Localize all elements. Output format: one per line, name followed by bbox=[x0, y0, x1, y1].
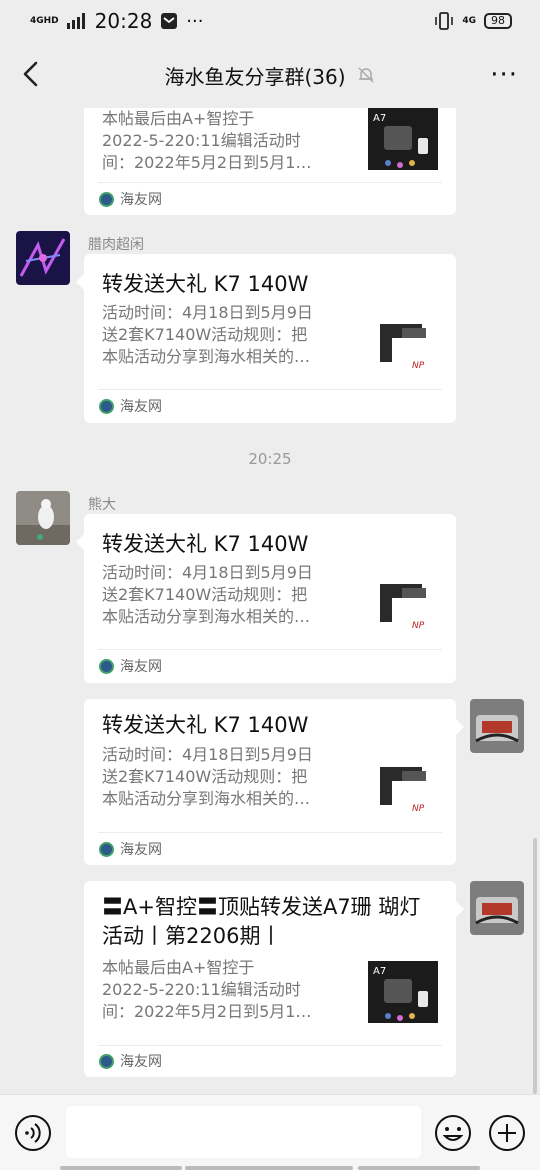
avatar[interactable] bbox=[16, 231, 70, 285]
card-source: 海友网 bbox=[99, 396, 162, 416]
card-title: 转发送大礼 K7 140W bbox=[102, 532, 309, 556]
status-time: 20:28 bbox=[94, 9, 153, 33]
more-notifications-icon: ··· bbox=[186, 10, 204, 32]
mute-bell-icon bbox=[358, 67, 374, 83]
link-card[interactable]: 转发送大礼 K7 140W 活动时间：4月18日到5月9日 送2套K7140W活… bbox=[84, 699, 464, 865]
signal-icon bbox=[66, 13, 85, 29]
card-title: 转发送大礼 K7 140W bbox=[102, 272, 309, 296]
card-description: 活动时间：4月18日到5月9日 送2套K7140W活动规则：把 本贴活动分享到海… bbox=[102, 563, 313, 626]
message-notification-icon bbox=[161, 13, 178, 29]
thumb-label: NP bbox=[412, 621, 425, 631]
card-source: 海友网 bbox=[99, 189, 162, 209]
network-indicator: 4GHD bbox=[30, 15, 59, 26]
card-description: 活动时间：4月18日到5月9日 送2套K7140W活动规则：把 本贴活动分享到海… bbox=[102, 745, 313, 808]
thumb-label: A7 bbox=[373, 966, 386, 977]
k7-lamp-thumbnail: NP bbox=[368, 576, 438, 638]
card-source: 海友网 bbox=[99, 656, 162, 676]
avatar[interactable] bbox=[16, 491, 70, 545]
input-bar bbox=[0, 1094, 540, 1170]
nav-indicator bbox=[185, 1166, 353, 1170]
chat-header: 海水鱼友分享群(36) ··· bbox=[0, 42, 540, 108]
sender-name: 腊肉超闲 bbox=[88, 237, 144, 253]
link-card[interactable]: 〓A+智控〓顶贴转发送A7珊 瑚灯活动丨第2206期丨 本帖最后由A+智控于 2… bbox=[84, 881, 464, 1077]
battery-indicator: 98 bbox=[484, 13, 512, 29]
thumb-label: NP bbox=[412, 361, 425, 371]
message-input[interactable] bbox=[66, 1106, 421, 1158]
a7-lamp-thumbnail: A7 bbox=[368, 961, 438, 1023]
status-bar: 4GHD 20:28 ··· 4G 98 bbox=[0, 0, 540, 42]
card-description: 活动时间：4月18日到5月9日 送2套K7140W活动规则：把 本贴活动分享到海… bbox=[102, 303, 313, 366]
source-logo-icon bbox=[99, 1053, 114, 1069]
k7-lamp-thumbnail: NP bbox=[368, 316, 438, 378]
sender-name: 熊大 bbox=[88, 497, 116, 513]
nav-indicator bbox=[358, 1166, 480, 1170]
a7-lamp-thumbnail: A7 bbox=[368, 108, 438, 170]
thumb-label: A7 bbox=[373, 113, 386, 124]
back-arrow-icon[interactable] bbox=[16, 58, 48, 90]
source-logo-icon bbox=[99, 398, 114, 414]
link-card[interactable]: 转发送大礼 K7 140W 活动时间：4月18日到5月9日 送2套K7140W活… bbox=[76, 254, 456, 423]
chat-title: 海水鱼友分享群(36) bbox=[164, 64, 346, 89]
chat-scrollbar[interactable] bbox=[533, 838, 537, 1094]
card-title: 〓A+智控〓顶贴转发送A7珊 瑚灯活动丨第2206期丨 bbox=[102, 895, 421, 948]
thumb-label: NP bbox=[412, 804, 425, 814]
chat-timestamp: 20:25 bbox=[248, 450, 292, 468]
vibrate-icon bbox=[435, 12, 454, 30]
card-source: 海友网 bbox=[99, 839, 162, 859]
k7-lamp-thumbnail: NP bbox=[368, 759, 438, 821]
my-avatar[interactable] bbox=[470, 881, 524, 935]
card-description: 本帖最后由A+智控于 2022-5-220:11编辑活动时 间：2022年5月2… bbox=[102, 109, 312, 172]
card-source: 海友网 bbox=[99, 1051, 162, 1071]
emoji-icon[interactable] bbox=[434, 1114, 472, 1152]
link-card[interactable]: 本帖最后由A+智控于 2022-5-220:11编辑活动时 间：2022年5月2… bbox=[84, 108, 456, 215]
card-description: 本帖最后由A+智控于 2022-5-220:11编辑活动时 间：2022年5月2… bbox=[102, 958, 312, 1021]
link-card[interactable]: 转发送大礼 K7 140W 活动时间：4月18日到5月9日 送2套K7140W活… bbox=[76, 514, 456, 683]
source-logo-icon bbox=[99, 658, 114, 674]
card-title: 转发送大礼 K7 140W bbox=[102, 713, 309, 737]
source-logo-icon bbox=[99, 191, 114, 207]
source-logo-icon bbox=[99, 841, 114, 857]
chat-area: 本帖最后由A+智控于 2022-5-220:11编辑活动时 间：2022年5月2… bbox=[0, 108, 540, 1094]
my-avatar[interactable] bbox=[470, 699, 524, 753]
voice-input-icon[interactable] bbox=[14, 1114, 52, 1152]
more-options-icon[interactable]: ··· bbox=[490, 60, 518, 90]
network-4g-indicator: 4G bbox=[462, 15, 476, 26]
nav-indicator bbox=[60, 1166, 182, 1170]
plus-icon[interactable] bbox=[488, 1114, 526, 1152]
